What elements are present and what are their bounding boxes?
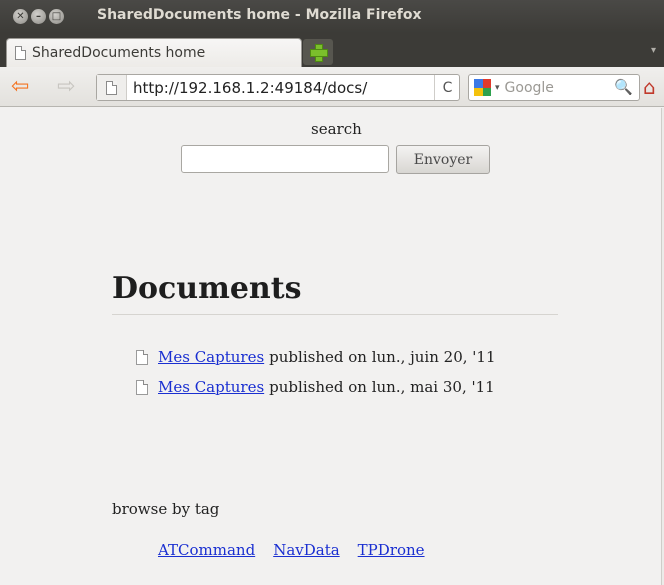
- document-meta: published on lun., mai 30, '11: [269, 378, 495, 396]
- tag-link-navdata[interactable]: NavData: [273, 541, 339, 559]
- url-bar[interactable]: http://192.168.1.2:49184/docs/ ☆ ▾ C: [96, 74, 521, 101]
- tag-link-atcommand[interactable]: ATCommand: [158, 541, 255, 559]
- page-icon: [15, 46, 26, 60]
- forward-button[interactable]: ⇨: [57, 76, 75, 98]
- maximize-icon: □: [51, 10, 62, 22]
- document-list: Mes Captures published on lun., juin 20,…: [136, 342, 496, 402]
- page-content: search Envoyer Documents Mes Captures pu…: [0, 108, 664, 585]
- plus-icon: [310, 44, 328, 62]
- tab-label: SharedDocuments home: [32, 45, 206, 61]
- tab-bar: SharedDocuments home ▾: [0, 33, 664, 67]
- home-icon[interactable]: ⌂: [643, 75, 656, 99]
- tab-shareddocuments-home[interactable]: SharedDocuments home: [6, 38, 302, 67]
- document-icon: [136, 379, 148, 395]
- search-bar-placeholder: Google: [504, 79, 554, 96]
- site-identity-button[interactable]: [97, 75, 127, 100]
- browse-by-tag-label: browse by tag: [112, 500, 220, 518]
- window-maximize-button[interactable]: □: [49, 9, 64, 24]
- minimize-icon: –: [36, 10, 41, 22]
- document-icon: [136, 349, 148, 365]
- google-icon[interactable]: [474, 79, 491, 96]
- search-engine-dropdown-icon[interactable]: ▾: [495, 83, 500, 93]
- window-minimize-button[interactable]: –: [31, 9, 46, 24]
- submit-button[interactable]: Envoyer: [396, 145, 490, 174]
- document-link[interactable]: Mes Captures: [158, 348, 264, 366]
- search-icon[interactable]: 🔍: [614, 78, 633, 96]
- back-button[interactable]: ⇦: [11, 76, 29, 98]
- window-close-button[interactable]: ✕: [13, 9, 28, 24]
- url-text[interactable]: http://192.168.1.2:49184/docs/: [133, 79, 367, 97]
- close-icon: ✕: [16, 10, 25, 22]
- window-titlebar: ✕ – □ SharedDocuments home - Mozilla Fir…: [0, 0, 664, 33]
- page-title: Documents: [112, 271, 302, 306]
- list-item: Mes Captures published on lun., mai 30, …: [136, 372, 496, 402]
- search-input[interactable]: [181, 145, 389, 173]
- window-title: SharedDocuments home - Mozilla Firefox: [97, 7, 422, 23]
- tag-list: ATCommand NavData TPDrone: [158, 541, 443, 559]
- heading-divider: [112, 314, 558, 315]
- reload-button[interactable]: C: [434, 75, 460, 100]
- page-icon: [106, 80, 117, 95]
- tab-list-dropdown-icon[interactable]: ▾: [651, 45, 656, 56]
- navigation-toolbar: ⇦ ⇨ http://192.168.1.2:49184/docs/ ☆ ▾ C…: [0, 67, 664, 107]
- new-tab-button[interactable]: [303, 39, 333, 65]
- list-item: Mes Captures published on lun., juin 20,…: [136, 342, 496, 372]
- document-link[interactable]: Mes Captures: [158, 378, 264, 396]
- search-engine-bar[interactable]: ▾ Google 🔍: [468, 74, 640, 101]
- tag-link-tpdrone[interactable]: TPDrone: [358, 541, 425, 559]
- search-label: search: [311, 120, 362, 138]
- document-meta: published on lun., juin 20, '11: [269, 348, 496, 366]
